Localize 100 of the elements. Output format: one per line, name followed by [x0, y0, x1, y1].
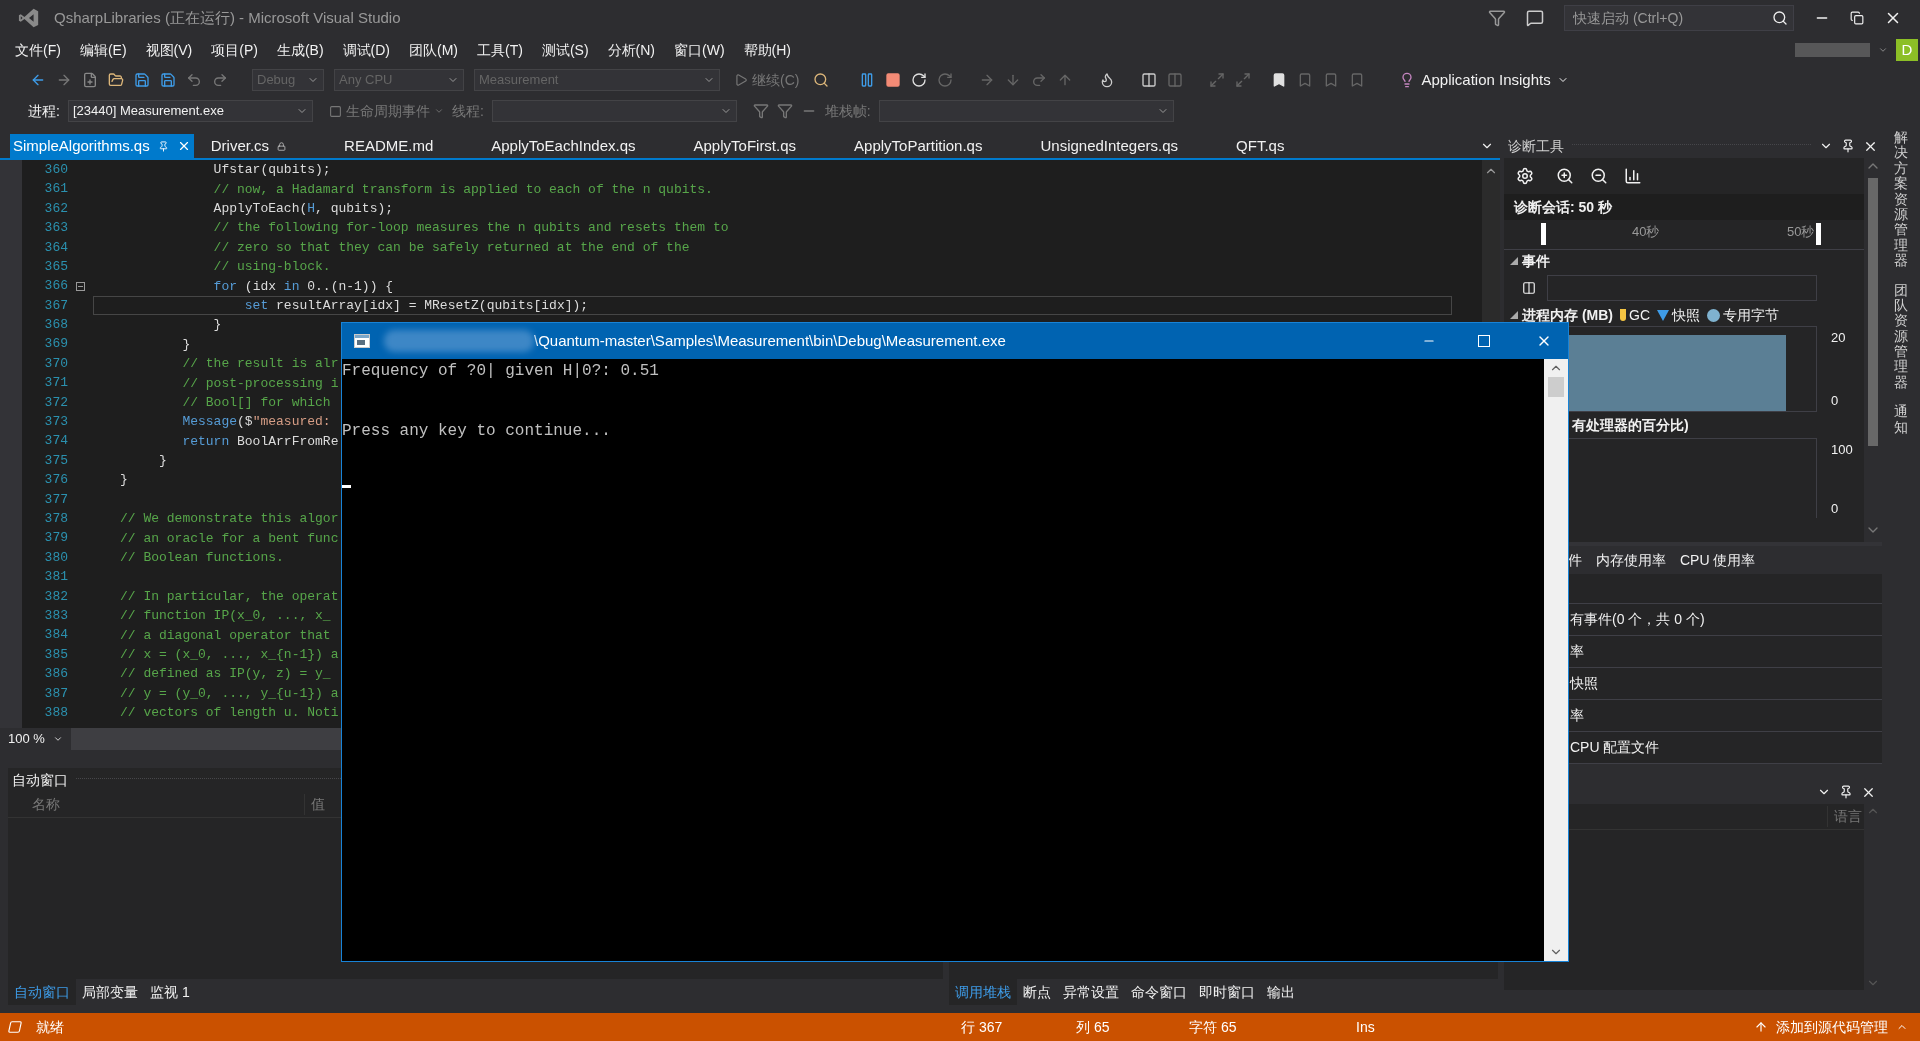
code-line: // a diagonal operator that [120, 626, 331, 645]
code-line: // Boolean functions. [120, 549, 284, 567]
range-handle[interactable] [1816, 223, 1821, 245]
document-tab[interactable]: ApplyToEachIndex.qs [477, 134, 650, 158]
menu-item[interactable]: 视图(V) [138, 39, 200, 61]
feedback-icon[interactable] [1526, 9, 1544, 27]
line-number: 365 [43, 257, 68, 276]
diagnostics-tab[interactable]: CPU 使用率 [1680, 549, 1756, 571]
menu-item[interactable]: 项目(P) [204, 39, 265, 61]
collapse-icon[interactable] [76, 281, 85, 291]
maximize-icon[interactable] [1478, 335, 1490, 347]
filter-icon[interactable] [752, 103, 769, 119]
menu-item[interactable]: 文件(F) [8, 39, 68, 61]
line-number: 374 [43, 432, 68, 451]
pin-icon[interactable] [1841, 139, 1855, 153]
pin-icon[interactable] [1839, 785, 1853, 799]
expand-icon[interactable] [1510, 311, 1518, 319]
menu-item[interactable]: 窗口(W) [667, 39, 732, 61]
code-line: // post-processing i [181, 374, 339, 393]
summary-row[interactable]: 有事件(0 个，共 0 个) [1570, 609, 1705, 630]
line-number: 377 [43, 490, 68, 509]
menu-item[interactable]: 工具(T) [470, 39, 530, 61]
restore-icon[interactable] [1850, 11, 1864, 25]
document-tab[interactable]: QFT.qs [1222, 134, 1299, 158]
line-number: 366 [43, 277, 68, 296]
document-tab[interactable]: ApplyToPartition.qs [840, 134, 997, 158]
summary-row[interactable]: 率 [1570, 641, 1584, 662]
zoom-dropdown[interactable]: 100 % [0, 728, 71, 750]
caret-icon [433, 106, 444, 116]
status-text: 就绪 [36, 1017, 64, 1037]
document-tab[interactable]: UnsignedIntegers.qs [1026, 134, 1193, 158]
filter-icon[interactable] [1488, 9, 1506, 27]
scrollbar-thumb[interactable] [1868, 178, 1878, 446]
column-header[interactable]: 名称 [8, 794, 304, 815]
menu-item[interactable]: 帮助(H) [736, 39, 798, 61]
diagnostics-tab[interactable]: 内存使用率 [1596, 549, 1666, 571]
back-icon[interactable] [30, 72, 46, 88]
quick-launch-field[interactable]: 快速启动 (Ctrl+Q) [1564, 5, 1794, 31]
source-control-button[interactable]: 添加到源代码管理 [1754, 1016, 1908, 1038]
code-line: // vectors of length u. Noti [120, 704, 339, 723]
diagnostics-tab[interactable]: 件 [1568, 549, 1582, 571]
document-tab[interactable]: ApplyToFirst.qs [679, 134, 811, 158]
range-handle[interactable] [1541, 223, 1546, 245]
line-number: 372 [43, 393, 68, 412]
panel-tab[interactable]: 即时窗口 [1193, 979, 1261, 1005]
caret-icon [52, 734, 63, 744]
summary-row[interactable]: 率 [1570, 705, 1584, 726]
column-header[interactable]: 值 [304, 794, 325, 815]
undo-icon[interactable] [186, 72, 202, 88]
process-dropdown[interactable]: [23440] Measurement.exe [67, 100, 313, 122]
menu-item[interactable]: 编辑(E) [72, 39, 134, 61]
panel-tab[interactable]: 命令窗口 [1125, 979, 1193, 1005]
menu-item[interactable]: 调试(D) [335, 39, 397, 61]
new-project-icon[interactable] [82, 72, 98, 88]
panel-tab[interactable]: 断点 [1017, 979, 1057, 1005]
line-number: 363 [43, 219, 68, 238]
save-icon[interactable] [134, 72, 150, 88]
stop-icon[interactable] [885, 72, 902, 88]
panel-tab[interactable]: 自动窗口 [8, 979, 76, 1005]
save-all-icon[interactable] [160, 72, 176, 88]
restart-icon[interactable] [911, 72, 928, 88]
expand-icon[interactable] [1510, 257, 1518, 265]
side-tab[interactable]: 团队资源管理器 [1894, 282, 1908, 391]
filter-icon[interactable] [776, 103, 793, 119]
code-line: for (idx in 0..(n-1)) { [212, 277, 394, 296]
console-icon [354, 334, 370, 348]
menu-item[interactable]: 测试(S) [534, 39, 596, 61]
side-tab[interactable]: 解决方案资源管理器 [1894, 130, 1908, 269]
panel-tab[interactable]: 异常设置 [1057, 979, 1125, 1005]
caret-icon[interactable] [1878, 45, 1888, 55]
chart-icon[interactable] [1624, 167, 1642, 185]
document-tab[interactable]: README.md [330, 134, 448, 158]
settings-icon[interactable] [1516, 167, 1534, 185]
gc-marker-icon [1620, 309, 1626, 321]
open-folder-icon[interactable] [108, 72, 124, 88]
find-icon[interactable] [813, 72, 830, 88]
panel-tab[interactable]: 调用堆栈 [949, 979, 1017, 1005]
refresh-icon[interactable] [937, 72, 954, 88]
panel-tab[interactable]: 局部变量 [76, 979, 144, 1005]
summary-row[interactable]: CPU 配置文件 [1570, 737, 1660, 758]
code-line: // function IP(x_0, ..., x_ [120, 607, 331, 626]
lock-icon [277, 141, 287, 151]
line-number: 382 [43, 587, 68, 606]
zoom-out-icon[interactable] [1590, 167, 1608, 185]
summary-row[interactable]: 快照 [1570, 673, 1598, 694]
menu-item[interactable]: 团队(M) [402, 39, 465, 61]
menu-item[interactable]: 生成(B) [269, 39, 331, 61]
private-bytes-marker-icon [1707, 308, 1720, 322]
redo-icon[interactable] [212, 72, 228, 88]
forward-icon[interactable] [56, 72, 72, 88]
zoom-in-icon[interactable] [1556, 167, 1574, 185]
scrollbar-thumb[interactable] [1548, 377, 1564, 397]
line-number: 368 [43, 316, 68, 335]
application-insights-button[interactable]: Application Insights [1399, 68, 1569, 92]
side-tab[interactable]: 通知 [1894, 404, 1908, 436]
panel-tab[interactable]: 输出 [1261, 979, 1301, 1005]
line-number: 376 [43, 471, 68, 490]
document-tab[interactable]: Driver.cs [196, 134, 301, 158]
panel-tab[interactable]: 监视 1 [144, 979, 196, 1005]
menu-item[interactable]: 分析(N) [600, 39, 662, 61]
